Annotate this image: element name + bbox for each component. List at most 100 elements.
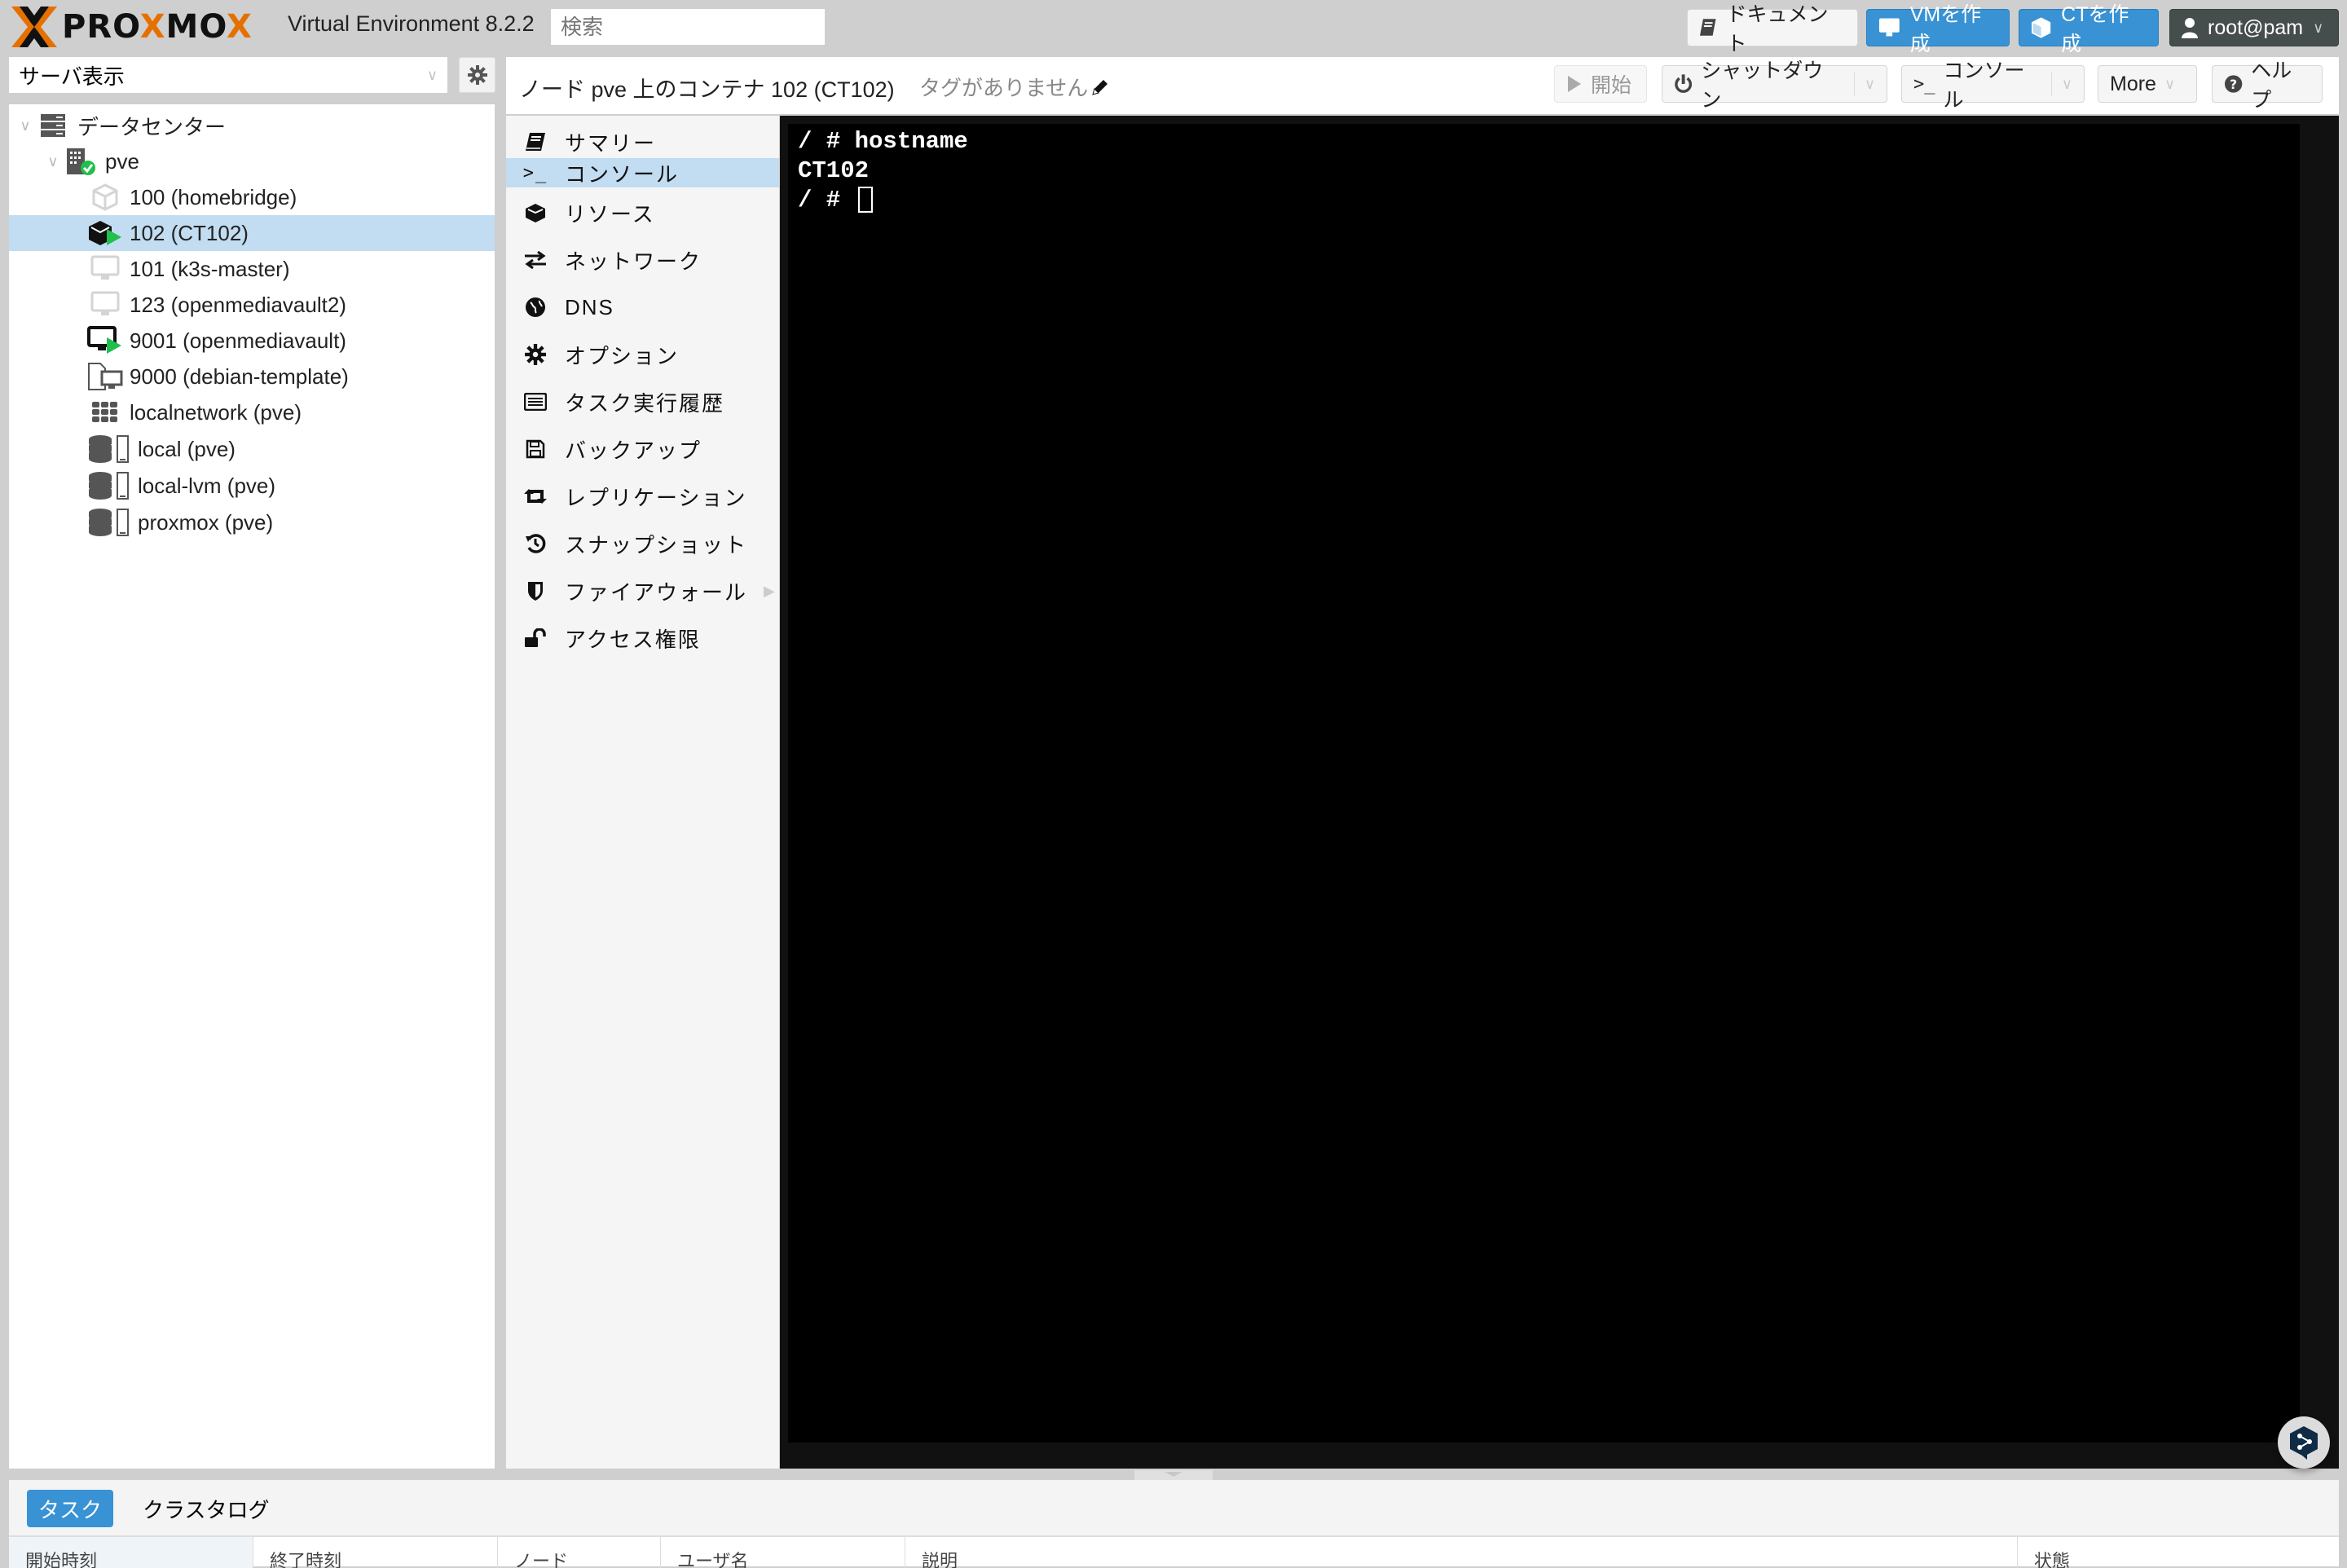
menu-item-label: サマリー	[565, 130, 657, 156]
proxmox-logo[interactable]: PROXMOX	[10, 5, 253, 49]
user-icon	[2182, 18, 2198, 38]
create-ct-button[interactable]: CTを作成	[2019, 3, 2159, 55]
create-vm-label: VMを作成	[1909, 3, 1982, 55]
tags-label: タグがありません	[919, 76, 1089, 100]
terminal-icon: >_	[522, 162, 548, 183]
start-label: 開始	[1591, 74, 1632, 97]
chevron-down-icon: ∨	[2313, 19, 2324, 36]
tab-cluster-log[interactable]: クラスタログ	[131, 1490, 280, 1527]
cube-icon	[519, 202, 552, 223]
menu-item-options[interactable]: オプション	[506, 335, 779, 374]
documentation-label: ドキュメント	[1726, 3, 1829, 55]
search-input[interactable]	[551, 9, 825, 45]
version-label: Virtual Environment 8.2.2	[288, 11, 535, 36]
container-stopped-icon	[87, 181, 123, 214]
menu-item-resources[interactable]: リソース	[506, 193, 779, 232]
terminal-line: / #	[798, 187, 855, 214]
menu-item-permissions[interactable]: アクセス権限	[506, 619, 779, 658]
terminal-cursor	[857, 187, 873, 214]
column-header-node[interactable]: ノード	[498, 1537, 661, 1568]
tree-item-vm-9001[interactable]: 9001 (openmediavault)	[9, 323, 495, 359]
tree-item-sdn-localnetwork[interactable]: localnetwork (pve)	[9, 394, 495, 430]
tree-item-vm-101[interactable]: 101 (k3s-master)	[9, 251, 495, 287]
content-header: ノード pve 上のコンテナ 102 (CT102) タグがありません 開始 シ…	[506, 57, 2339, 114]
menu-item-label: スナップショット	[565, 532, 748, 557]
top-header: PROXMOX Virtual Environment 8.2.2 ドキュメント…	[0, 0, 2347, 55]
user-menu-button[interactable]: root@pam ∨	[2169, 9, 2339, 46]
console-label: コンソール	[1943, 59, 2025, 112]
tree-item-label: 100 (homebridge)	[130, 184, 297, 209]
menu-item-summary[interactable]: サマリー	[506, 122, 779, 161]
chevron-down-icon	[1165, 1472, 1182, 1477]
tree-item-label: データセンター	[77, 114, 227, 139]
submenu-arrow-icon[interactable]: ▶	[764, 583, 777, 600]
menu-item-firewall[interactable]: ファイアウォール ▶	[506, 571, 779, 610]
user-label: root@pam	[2208, 15, 2304, 39]
shield-icon	[519, 580, 552, 601]
column-header-start-time[interactable]: 開始時刻	[9, 1537, 253, 1568]
tree-item-storage-proxmox[interactable]: proxmox (pve)	[9, 504, 495, 540]
collapse-toggle-icon[interactable]: ∨	[15, 117, 35, 134]
create-vm-button[interactable]: VMを作成	[1866, 3, 2010, 55]
tree-item-vm-123[interactable]: 123 (openmediavault2)	[9, 287, 495, 323]
documentation-button[interactable]: ドキュメント	[1687, 3, 1858, 55]
tree-item-ct-100[interactable]: 100 (homebridge)	[9, 179, 495, 215]
menu-item-task-history[interactable]: タスク実行履歴	[506, 382, 779, 421]
tree-item-label: localnetwork (pve)	[130, 399, 302, 425]
terminal-screen[interactable]: / # hostname CT102 / #	[788, 124, 2300, 1442]
terminal-icon: >_	[1913, 73, 1935, 95]
help-button[interactable]: ? ヘルプ	[2212, 59, 2323, 112]
gear-icon	[519, 344, 552, 365]
shutdown-dropdown-icon[interactable]: ∨	[1865, 76, 1875, 93]
more-button[interactable]: More ∨	[2098, 65, 2197, 103]
view-selector[interactable]: サーバ表示 ∨	[9, 57, 447, 93]
column-header-end-time[interactable]: 終了時刻	[253, 1537, 498, 1568]
tree-item-label: local (pve)	[138, 436, 236, 461]
tree-item-template-9000[interactable]: 9000 (debian-template)	[9, 359, 495, 394]
list-icon	[519, 393, 552, 411]
console-panel: / # hostname CT102 / #	[780, 116, 2339, 1469]
tab-tasks[interactable]: タスク	[27, 1490, 113, 1527]
tree-item-label: proxmox (pve)	[138, 509, 274, 535]
monitor-icon	[1878, 18, 1900, 37]
proxmox-x-icon	[11, 7, 57, 47]
start-button[interactable]: 開始	[1554, 65, 1647, 103]
column-header-status[interactable]: 状態	[2018, 1537, 2339, 1568]
menu-item-console[interactable]: >_ コンソール	[506, 158, 779, 187]
menu-item-label: ファイアウォール	[565, 579, 748, 605]
menu-item-snapshot[interactable]: スナップショット	[506, 524, 779, 563]
console-button[interactable]: >_ コンソール ∨	[1901, 59, 2085, 112]
menu-item-replication[interactable]: レプリケーション	[506, 477, 779, 516]
question-icon: ?	[2224, 75, 2243, 93]
pencil-icon[interactable]	[1091, 78, 1109, 96]
menu-item-backup[interactable]: バックアップ	[506, 429, 779, 469]
column-header-description[interactable]: 説明	[905, 1537, 2018, 1568]
menu-item-label: レプリケーション	[565, 485, 747, 510]
tree-item-label: 9001 (openmediavault)	[130, 328, 346, 353]
menu-item-dns[interactable]: DNS	[506, 288, 779, 327]
menu-item-label: リソース	[565, 201, 655, 227]
tree-item-datacenter[interactable]: ∨ データセンター	[9, 108, 495, 143]
column-header-user[interactable]: ユーザ名	[661, 1537, 905, 1568]
panel-collapse-handle[interactable]	[1134, 1470, 1213, 1480]
menu-item-label: コンソール	[565, 161, 680, 187]
menu-item-label: タスク実行履歴	[565, 390, 725, 416]
unlock-icon	[519, 628, 552, 648]
storage-icon	[87, 506, 131, 539]
collapse-toggle-icon[interactable]: ∨	[43, 153, 63, 170]
tree-item-storage-local-lvm[interactable]: local-lvm (pve)	[9, 468, 495, 504]
tree-item-node-pve[interactable]: ∨ pve	[9, 143, 495, 179]
tree-settings-button[interactable]	[459, 57, 495, 93]
console-dropdown-icon[interactable]: ∨	[2062, 76, 2072, 93]
deepl-floating-button[interactable]	[2278, 1416, 2330, 1469]
shutdown-button[interactable]: シャットダウン ∨	[1662, 59, 1887, 112]
vm-running-icon	[87, 324, 123, 357]
vm-stopped-icon	[87, 288, 123, 321]
task-table-header: 開始時刻 終了時刻 ノード ユーザ名 説明 状態	[9, 1535, 2339, 1568]
tags-area[interactable]: タグがありません	[919, 72, 1109, 102]
menu-item-network[interactable]: ネットワーク	[506, 240, 779, 280]
tree-item-storage-local[interactable]: local (pve)	[9, 431, 495, 467]
view-selector-value: サーバ表示	[19, 64, 125, 89]
datacenter-icon	[35, 109, 71, 142]
tree-item-ct-102[interactable]: 102 (CT102)	[9, 215, 495, 251]
